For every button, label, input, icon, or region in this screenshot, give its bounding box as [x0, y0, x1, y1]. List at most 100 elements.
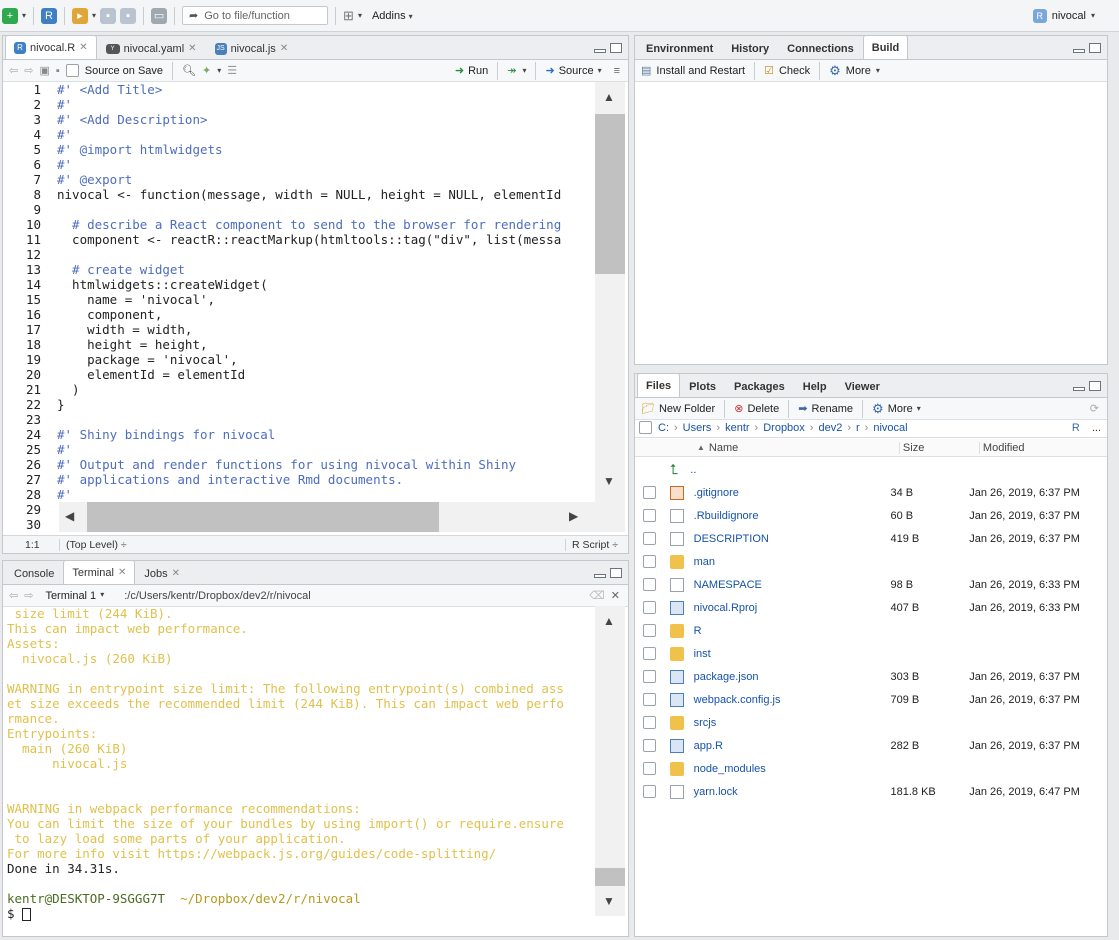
maximize-icon[interactable] — [1089, 381, 1101, 391]
file-name[interactable]: node_modules — [694, 763, 891, 775]
tab-terminal[interactable]: Terminal ✕ — [63, 560, 136, 584]
minimize-icon[interactable] — [594, 49, 606, 53]
save-icon[interactable]: ▪ — [100, 7, 117, 24]
outline-icon[interactable]: ≡ — [614, 65, 620, 77]
file-name[interactable]: package.json — [694, 671, 891, 683]
file-checkbox[interactable] — [643, 555, 656, 568]
file-name[interactable]: yarn.lock — [694, 786, 891, 798]
tab-connections[interactable]: Connections — [778, 37, 863, 59]
breadcrumb-item[interactable]: Dropbox — [763, 422, 805, 434]
new-file-icon[interactable]: + — [2, 7, 18, 24]
new-file-dropdown-icon[interactable]: ▾ — [22, 11, 26, 20]
minimize-icon[interactable] — [594, 574, 606, 578]
maximize-icon[interactable] — [610, 568, 622, 578]
close-icon[interactable]: ✕ — [280, 43, 288, 54]
tab-packages[interactable]: Packages — [725, 375, 794, 397]
tab-console[interactable]: Console — [5, 562, 63, 584]
project-menu[interactable]: R nivocal ▾ — [1032, 8, 1095, 23]
new-folder-button[interactable]: 📁︎ New Folder — [641, 402, 715, 416]
filetype-selector[interactable]: R Script ÷ — [564, 538, 628, 551]
refresh-icon[interactable]: ⟳ — [1090, 402, 1099, 415]
rerun-dropdown-icon[interactable]: ▾ — [522, 66, 526, 75]
file-row[interactable]: webpack.config.js 709 B Jan 26, 2019, 6:37… — [635, 688, 1107, 711]
file-row[interactable]: NAMESPACE 98 B Jan 26, 2019, 6:33 PM — [635, 573, 1107, 596]
file-row[interactable]: app.R 282 B Jan 26, 2019, 6:37 PM — [635, 734, 1107, 757]
breadcrumb-item[interactable]: dev2 — [818, 422, 842, 434]
scroll-thumb[interactable] — [87, 502, 439, 532]
file-name[interactable]: R — [694, 625, 891, 637]
forward-icon[interactable]: ⇨ — [24, 64, 33, 77]
scroll-up-icon[interactable]: ▲ — [603, 614, 615, 628]
more-button[interactable]: ⚙ More ▾ — [872, 401, 921, 417]
file-checkbox[interactable] — [643, 785, 656, 798]
code-area[interactable]: 1 #' <Add Title> 2 #' 3 #' <Add Description> 4… — [3, 82, 595, 532]
file-name[interactable]: DESCRIPTION — [694, 533, 891, 545]
breadcrumb-item[interactable]: nivocal — [873, 422, 907, 434]
breadcrumb-item[interactable]: Users — [683, 422, 712, 434]
close-icon[interactable]: ✕ — [118, 567, 126, 578]
file-row[interactable]: nivocal.Rproj 407 B Jan 26, 2019, 6:33 PM — [635, 596, 1107, 619]
file-checkbox[interactable] — [643, 578, 656, 591]
terminal-select[interactable]: Terminal 1 ▾ — [45, 590, 104, 602]
tab-nivocal-r[interactable]: R nivocal.R ✕ — [5, 35, 97, 59]
scroll-thumb[interactable] — [595, 868, 625, 886]
file-row[interactable]: .gitignore 34 B Jan 26, 2019, 6:37 PM — [635, 481, 1107, 504]
maximize-icon[interactable] — [610, 43, 622, 53]
file-name[interactable]: .Rbuildignore — [694, 510, 891, 522]
source-button[interactable]: ➜ Source ▾ — [545, 64, 601, 78]
magic-wand-icon[interactable]: ✦ — [202, 64, 211, 77]
file-row[interactable]: DESCRIPTION 419 B Jan 26, 2019, 6:37 PM — [635, 527, 1107, 550]
save-all-icon[interactable]: ▪ — [120, 7, 137, 24]
file-name[interactable]: inst — [694, 648, 891, 660]
file-checkbox[interactable] — [643, 670, 656, 683]
open-file-icon[interactable]: ▸ — [72, 7, 89, 24]
scroll-down-icon[interactable]: ▼ — [603, 474, 615, 488]
file-row[interactable]: inst — [635, 642, 1107, 665]
tab-nivocal-js[interactable]: JS nivocal.js ✕ — [206, 37, 298, 59]
open-file-dropdown-icon[interactable]: ▾ — [92, 11, 96, 20]
scope-selector[interactable]: (Top Level) ÷ — [59, 538, 127, 551]
file-checkbox[interactable] — [643, 509, 656, 522]
breadcrumb-item[interactable]: C: — [658, 422, 669, 434]
file-row[interactable]: srcjs — [635, 711, 1107, 734]
file-checkbox[interactable] — [643, 762, 656, 775]
file-name[interactable]: webpack.config.js — [694, 694, 891, 706]
more-path-button[interactable]: ... — [1092, 422, 1101, 434]
editor-hscroll[interactable]: ◀ ▶ — [59, 502, 595, 532]
file-row[interactable]: node_modules — [635, 757, 1107, 780]
wand-dropdown-icon[interactable]: ▾ — [217, 66, 221, 75]
file-row[interactable]: .Rbuildignore 60 B Jan 26, 2019, 6:37 PM — [635, 504, 1107, 527]
close-icon[interactable]: ✕ — [172, 568, 180, 579]
tab-nivocal-yaml[interactable]: Y nivocal.yaml ✕ — [97, 37, 206, 59]
forward-icon[interactable]: ⇨ — [24, 589, 33, 602]
maximize-icon[interactable] — [1089, 43, 1101, 53]
file-checkbox[interactable] — [643, 486, 656, 499]
print-icon[interactable]: ▭ — [151, 7, 168, 24]
install-restart-button[interactable]: ▤ Install and Restart — [641, 64, 745, 78]
name-column-header[interactable]: Name — [709, 442, 899, 454]
file-row[interactable]: R — [635, 619, 1107, 642]
file-checkbox[interactable] — [643, 624, 656, 637]
go-to-file-input[interactable]: ➦ Go to file/function — [182, 6, 329, 25]
tab-environment[interactable]: Environment — [637, 37, 722, 59]
more-button[interactable]: ⚙ More ▾ — [829, 63, 880, 79]
back-icon[interactable]: ⇦ — [9, 64, 18, 77]
terminal-output[interactable]: size limit (244 KiB). This can impact web… — [7, 606, 595, 936]
file-checkbox[interactable] — [643, 693, 656, 706]
breadcrumb-item[interactable]: kentr — [725, 422, 749, 434]
file-name[interactable]: nivocal.Rproj — [694, 602, 891, 614]
file-name[interactable]: .gitignore — [694, 487, 891, 499]
layout-dropdown-icon[interactable]: ▾ — [358, 11, 362, 20]
file-name[interactable]: NAMESPACE — [694, 579, 891, 591]
size-column-header[interactable]: Size — [898, 441, 979, 454]
tab-history[interactable]: History — [722, 37, 778, 59]
addins-menu[interactable]: Addins ▾ — [372, 10, 413, 22]
clear-broom-icon[interactable]: ⌫ — [589, 589, 605, 602]
editor-vscroll[interactable]: ▲ ▼ — [595, 82, 625, 532]
terminal-vscroll[interactable]: ▲ ▼ — [595, 606, 625, 916]
select-all-checkbox[interactable] — [639, 421, 652, 434]
scroll-thumb[interactable] — [595, 114, 625, 274]
tab-build[interactable]: Build — [862, 35, 909, 59]
scroll-up-icon[interactable]: ▲ — [603, 90, 615, 104]
file-row[interactable]: package.json 303 B Jan 26, 2019, 6:37 PM — [635, 665, 1107, 688]
